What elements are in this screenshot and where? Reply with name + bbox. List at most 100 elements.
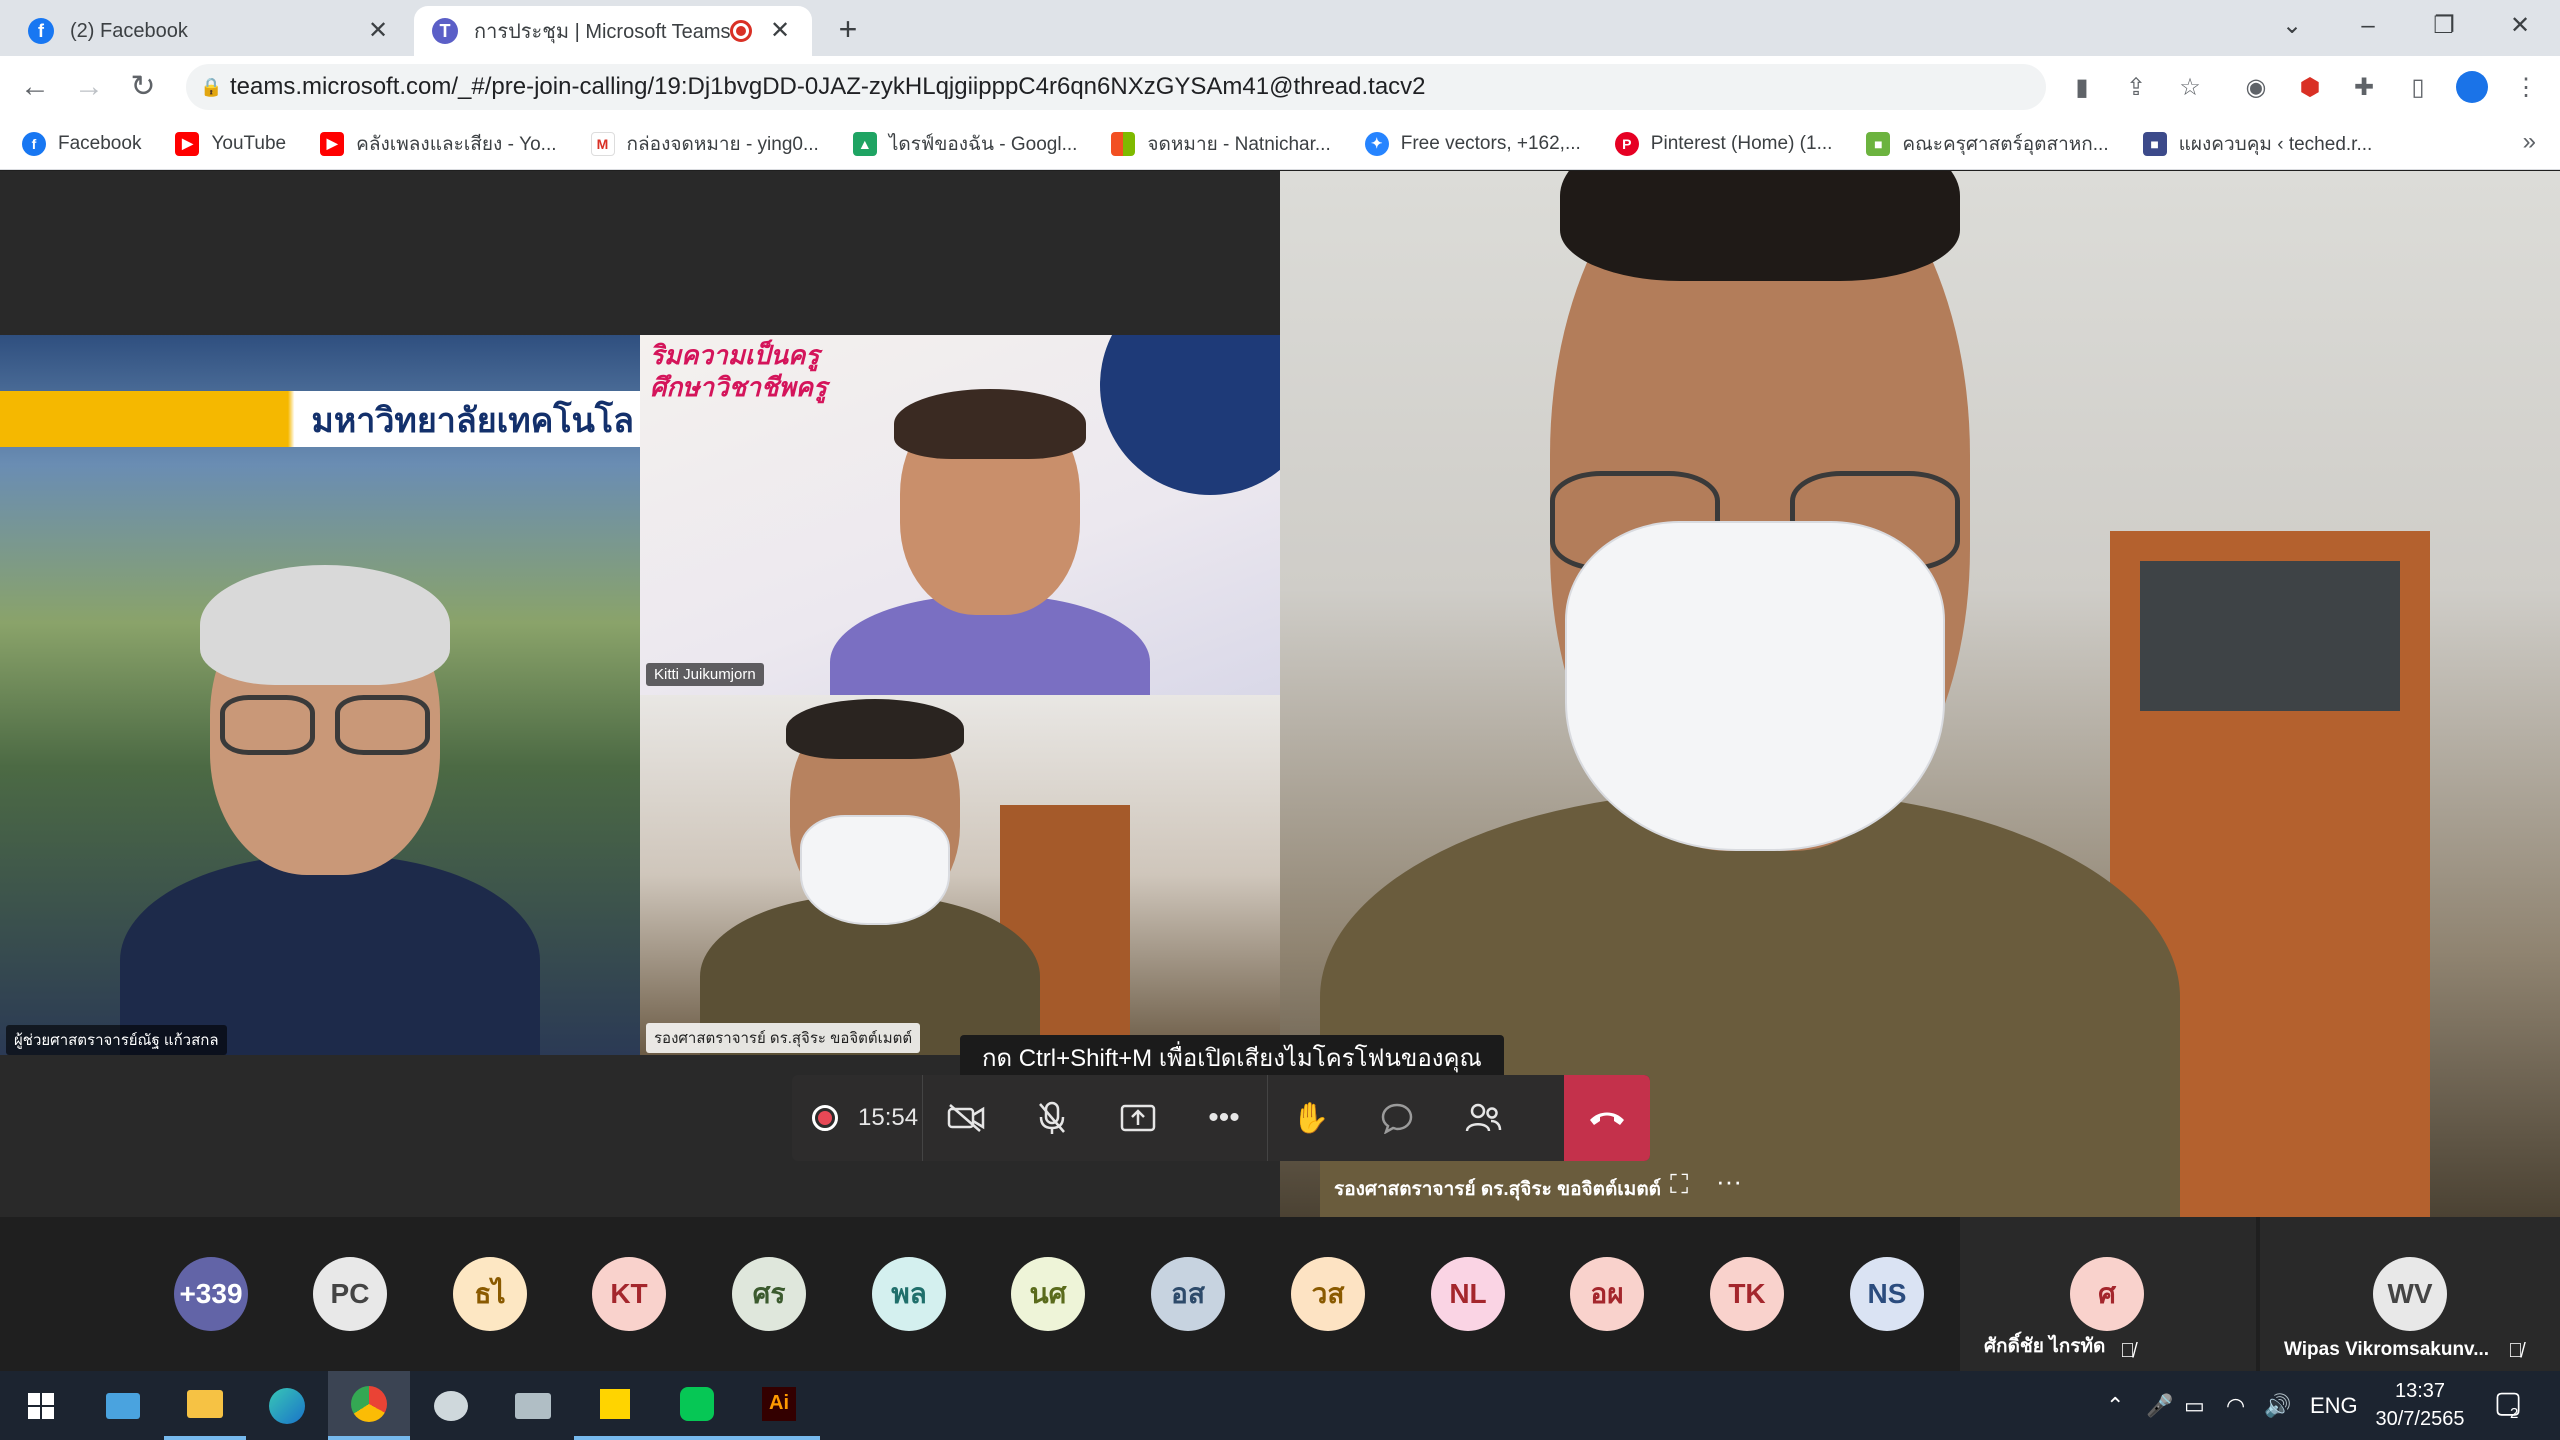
news-app-button[interactable]: [82, 1371, 164, 1440]
avatar[interactable]: [2454, 69, 2490, 105]
bookmark-item[interactable]: ▶ YouTube: [175, 131, 286, 156]
start-button[interactable]: [0, 1371, 82, 1440]
volume-icon[interactable]: 🔊: [2264, 1371, 2291, 1440]
address-toolbar: ← → ↻ 🔒 teams.microsoft.com/_#/pre-join-…: [0, 56, 2560, 118]
close-icon[interactable]: ✕: [766, 17, 794, 45]
avatar[interactable]: ศร: [732, 1257, 806, 1331]
new-tab-button[interactable]: +: [830, 12, 866, 48]
bookmark-item[interactable]: M กล่องจดหมาย - ying0...: [590, 129, 819, 159]
bookmarks-bar: f Facebook ▶ YouTube ▶ คลังเพลงและเสียง - Y…: [0, 118, 2560, 170]
tab-facebook[interactable]: f (2) Facebook ✕: [10, 6, 410, 56]
participant-strip: +339 PC ธไ KT ศร พล นศ อส วส NL อผ TK NS…: [0, 1217, 2560, 1371]
minimize-button[interactable]: –: [2348, 8, 2388, 44]
bookmark-label: คณะครุศาสตร์อุตสาหก...: [1902, 133, 2109, 155]
leave-call-button[interactable]: [1564, 1075, 1650, 1161]
tab-search-icon[interactable]: ⌄: [2272, 8, 2312, 44]
bookmark-item[interactable]: ✦ Free vectors, +162,...: [1364, 131, 1581, 156]
close-icon[interactable]: ✕: [364, 17, 392, 45]
paint-button[interactable]: [410, 1371, 492, 1440]
illustrator-button[interactable]: Ai: [738, 1371, 820, 1440]
news-icon: [106, 1392, 140, 1419]
url-bar[interactable]: 🔒 teams.microsoft.com/_#/pre-join-callin…: [186, 64, 2046, 110]
avatar[interactable]: KT: [592, 1257, 666, 1331]
line-button[interactable]: [656, 1371, 738, 1440]
participant-tile[interactable]: WV Wipas Vikromsakunv... 🎙̸: [2260, 1217, 2560, 1371]
file-explorer-button[interactable]: [164, 1371, 246, 1440]
participant-video: [700, 695, 1040, 1055]
participants-button[interactable]: [1440, 1075, 1526, 1161]
language-indicator[interactable]: ENG: [2310, 1371, 2358, 1440]
overflow-participants-button[interactable]: +339: [174, 1257, 248, 1331]
chrome-button[interactable]: [328, 1371, 410, 1440]
raise-hand-button[interactable]: ✋: [1268, 1075, 1354, 1161]
facebook-icon: f: [28, 18, 54, 44]
lock-icon[interactable]: 🔒: [200, 77, 230, 98]
video-tile-top-middle[interactable]: ริมความเป็นครู ศึกษาวิชาชีพครู Kitti Jui…: [640, 335, 1280, 695]
extension-icon[interactable]: ◉: [2238, 69, 2274, 105]
tab-teams[interactable]: T การประชุม | Microsoft Teams ✕: [414, 6, 812, 56]
wifi-icon[interactable]: ◠: [2226, 1371, 2245, 1440]
close-window-button[interactable]: ✕: [2500, 8, 2540, 44]
spotlight-more-icon[interactable]: ···: [1716, 1166, 1742, 1197]
avatar[interactable]: วส: [1291, 1257, 1365, 1331]
participant-tile[interactable]: ศ ศักดิ์ชัย ไกรทัด 🎙̸: [1960, 1217, 2256, 1371]
restore-button[interactable]: ❐: [2424, 8, 2464, 44]
bookmark-label: กล่องจดหมาย - ying0...: [626, 133, 819, 155]
windows-icon: [28, 1392, 54, 1419]
avatar[interactable]: TK: [1710, 1257, 1784, 1331]
scanner-button[interactable]: [492, 1371, 574, 1440]
avatar[interactable]: อผ: [1570, 1257, 1644, 1331]
spotlight-icon[interactable]: ⛶: [1670, 1169, 1688, 1201]
avatar[interactable]: นศ: [1011, 1257, 1085, 1331]
camera-off-button[interactable]: [923, 1075, 1009, 1161]
battery-icon[interactable]: ▭: [2184, 1371, 2205, 1440]
bookmark-item[interactable]: f Facebook: [22, 131, 141, 156]
avatar[interactable]: NL: [1431, 1257, 1505, 1331]
menu-icon[interactable]: ⋮: [2508, 69, 2544, 105]
avatar[interactable]: PC: [313, 1257, 387, 1331]
microphone-icon[interactable]: 🎤: [2146, 1371, 2173, 1440]
pinterest-icon: P: [1614, 131, 1639, 156]
sticky-notes-button[interactable]: [574, 1371, 656, 1440]
avatar[interactable]: ธไ: [453, 1257, 527, 1331]
adblock-icon[interactable]: ⬢: [2292, 69, 2328, 105]
bookmark-label: จดหมาย - Natnichar...: [1147, 133, 1331, 155]
video-tile-left[interactable]: มหาวิทยาลัยเทคโนโล ผู้ช่วยศาสตราจารย์ณัฐ…: [0, 335, 640, 1055]
share-screen-button[interactable]: [1095, 1075, 1181, 1161]
notification-center-icon[interactable]: ▢: [2488, 1385, 2528, 1425]
edge-button[interactable]: [246, 1371, 328, 1440]
dashboard-icon: ■: [2142, 131, 2167, 156]
bookmark-item[interactable]: จดหมาย - Natnichar...: [1111, 129, 1331, 159]
bookmark-item[interactable]: ▶ คลังเพลงและเสียง - Yo...: [320, 129, 557, 159]
star-icon[interactable]: ☆: [2172, 69, 2208, 105]
bookmark-item[interactable]: ■ แผงควบคุม ‹ teched.r...: [2142, 129, 2372, 159]
avatar[interactable]: อส: [1151, 1257, 1225, 1331]
system-clock[interactable]: 13:37 30/7/2565: [2360, 1377, 2480, 1433]
more-actions-button[interactable]: •••: [1181, 1075, 1267, 1161]
share-icon[interactable]: ⇪: [2118, 69, 2154, 105]
avatar[interactable]: NS: [1850, 1257, 1924, 1331]
puzzle-icon[interactable]: ✚: [2346, 69, 2382, 105]
avatar[interactable]: พล: [872, 1257, 946, 1331]
more-bookmarks-icon[interactable]: »: [2523, 128, 2536, 156]
sidebar-icon[interactable]: ▯: [2400, 69, 2436, 105]
chat-button[interactable]: [1354, 1075, 1440, 1161]
timer-text: 15:54: [858, 1104, 919, 1131]
faculty-icon: ■: [1866, 131, 1891, 156]
forward-button[interactable]: →: [70, 68, 108, 106]
bookmark-item[interactable]: ▲ ไดรฟ์ของฉัน - Googl...: [852, 129, 1077, 159]
show-hidden-icons[interactable]: ⌃: [2106, 1371, 2124, 1440]
participant-name: Wipas Vikromsakunv...: [2284, 1339, 2490, 1360]
participant-video: [120, 495, 540, 1055]
video-tile-bottom-middle[interactable]: รองศาสตราจารย์ ดร.สุจิระ ขอจิตต์เมตต์: [640, 695, 1280, 1055]
reload-button[interactable]: ↻: [124, 68, 162, 106]
camera-icon[interactable]: ▮: [2064, 69, 2100, 105]
chat-icon: [1381, 1103, 1413, 1134]
tab-title: การประชุม | Microsoft Teams: [474, 21, 730, 43]
bookmark-item[interactable]: ■ คณะครุศาสตร์อุตสาหก...: [1866, 129, 2109, 159]
avatar-initials: ศร: [752, 1278, 786, 1309]
mic-off-button[interactable]: [1009, 1075, 1095, 1161]
back-button[interactable]: ←: [16, 68, 54, 106]
illustrator-icon: Ai: [762, 1386, 796, 1421]
bookmark-item[interactable]: P Pinterest (Home) (1...: [1614, 131, 1832, 156]
